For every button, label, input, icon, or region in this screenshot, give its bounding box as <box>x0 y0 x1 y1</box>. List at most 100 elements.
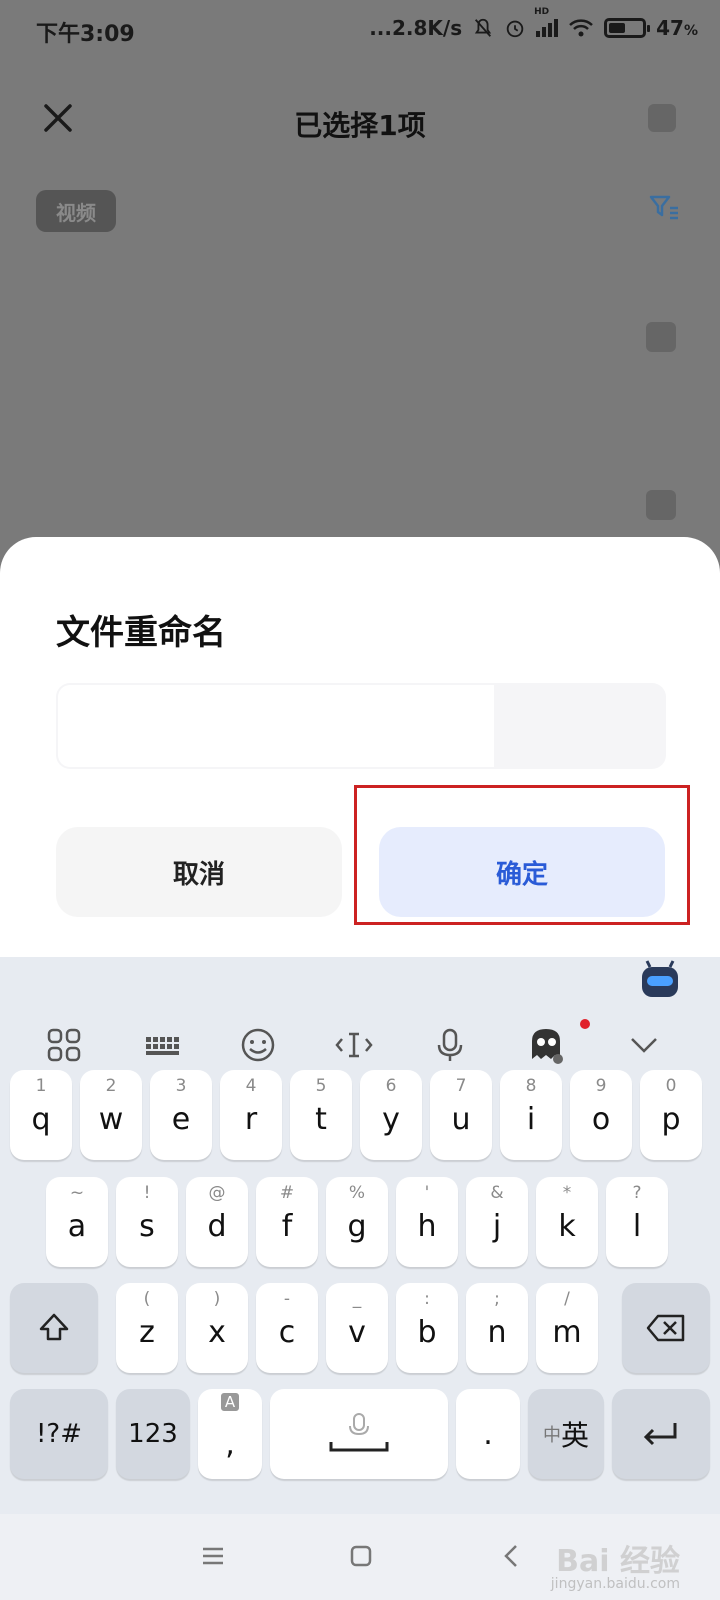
key-hint: & <box>490 1183 504 1203</box>
key-h[interactable]: ' h <box>396 1177 458 1267</box>
period-key[interactable]: . <box>456 1389 520 1479</box>
key-hint: 9 <box>595 1076 607 1096</box>
key-hint: 8 <box>525 1076 537 1096</box>
key-label: t <box>315 1101 327 1137</box>
key-p[interactable]: 0p <box>640 1070 702 1160</box>
dialog-title: 文件重命名 <box>56 613 226 653</box>
key-q[interactable]: 1q <box>10 1070 72 1160</box>
battery-icon <box>604 18 651 38</box>
key-label: i <box>526 1101 536 1137</box>
apps-grid-icon[interactable] <box>44 1025 84 1065</box>
key-y[interactable]: 6y <box>360 1070 422 1160</box>
keyboard-layout-icon[interactable] <box>142 1025 182 1065</box>
key-label: b <box>417 1314 437 1350</box>
key-s[interactable]: ! s <box>116 1177 178 1267</box>
key-hint: 3 <box>175 1076 187 1096</box>
comma-key[interactable]: A , <box>198 1389 262 1479</box>
key-hint: # <box>279 1183 295 1203</box>
key-hint: ; <box>494 1289 500 1309</box>
key-hint: 0 <box>665 1076 677 1096</box>
key-label: w <box>98 1101 124 1137</box>
key-w[interactable]: 2w <box>80 1070 142 1160</box>
battery-percent: 47% <box>656 16 698 40</box>
key-label: q <box>31 1101 51 1137</box>
filter-chip[interactable]: 视频 <box>36 190 116 232</box>
row-checkbox[interactable] <box>646 490 676 520</box>
rename-dialog: 文件重命名 取消 确定 <box>0 537 720 957</box>
key-label: f <box>281 1208 293 1244</box>
baidu-watermark-url: jingyan.baidu.com <box>550 1576 680 1592</box>
backspace-key[interactable] <box>622 1283 710 1373</box>
emoji-icon[interactable] <box>238 1025 278 1065</box>
filter-icon[interactable] <box>648 192 680 224</box>
hd-signal-icon: HD <box>534 7 559 37</box>
key-j[interactable]: & j <box>466 1177 528 1267</box>
ghost-skin-icon[interactable] <box>526 1025 566 1065</box>
symbols-key[interactable]: !?# <box>10 1389 108 1479</box>
key-label: j <box>492 1208 502 1244</box>
microphone-icon[interactable] <box>430 1025 470 1065</box>
key-m[interactable]: / m <box>536 1283 598 1373</box>
annotation-highlight-box <box>354 785 690 925</box>
language-switch-key[interactable]: 中英 <box>528 1389 604 1479</box>
key-label: p <box>661 1101 681 1137</box>
key-z[interactable]: (z <box>116 1283 178 1373</box>
key-hint: ' <box>424 1183 430 1203</box>
key-hint: * <box>562 1183 572 1203</box>
key-g[interactable]: % g <box>326 1177 388 1267</box>
navigation-bar: Bai 经验 jingyan.baidu.com <box>0 1514 720 1600</box>
cancel-button[interactable]: 取消 <box>56 827 342 917</box>
key-hint: ~ <box>69 1183 85 1203</box>
key-label: n <box>487 1314 507 1350</box>
key-label: c <box>278 1314 296 1350</box>
back-icon[interactable] <box>496 1540 528 1572</box>
key-hint: ? <box>632 1183 642 1203</box>
row-checkbox[interactable] <box>646 322 676 352</box>
key-hint: / <box>564 1289 570 1309</box>
menu-icon[interactable] <box>197 1540 229 1572</box>
key-e[interactable]: 3e <box>150 1070 212 1160</box>
key-c[interactable]: -c <box>256 1283 318 1373</box>
key-i[interactable]: 8i <box>500 1070 562 1160</box>
key-hint: ! <box>143 1183 151 1203</box>
key-o[interactable]: 9o <box>570 1070 632 1160</box>
key-hint: - <box>283 1289 291 1309</box>
key-label: r <box>244 1101 258 1137</box>
status-time: 下午3:09 <box>36 22 135 47</box>
key-label: y <box>382 1101 400 1137</box>
key-k[interactable]: * k <box>536 1177 598 1267</box>
key-t[interactable]: 5t <box>290 1070 352 1160</box>
key-v[interactable]: _ v <box>326 1283 388 1373</box>
wifi-icon <box>569 19 593 37</box>
key-hint: 2 <box>105 1076 117 1096</box>
shift-key[interactable] <box>10 1283 98 1373</box>
key-label: a <box>67 1208 87 1244</box>
key-x[interactable]: ) x <box>186 1283 248 1373</box>
numbers-key[interactable]: 123 <box>116 1389 190 1479</box>
space-key[interactable] <box>270 1389 448 1479</box>
key-hint: % <box>348 1183 366 1203</box>
keyboard-toolbar <box>0 957 720 1087</box>
key-b[interactable]: :b <box>396 1283 458 1373</box>
chevron-down-icon[interactable] <box>624 1025 664 1065</box>
key-u[interactable]: 7u <box>430 1070 492 1160</box>
key-label: x <box>208 1314 226 1350</box>
bell-muted-icon <box>474 18 492 37</box>
key-hint: ) <box>213 1289 221 1309</box>
shift-arrow-icon <box>39 1313 69 1341</box>
key-d[interactable]: @ d <box>186 1177 248 1267</box>
backspace-icon <box>646 1314 685 1342</box>
key-label: m <box>552 1314 582 1350</box>
key-label: d <box>207 1208 227 1244</box>
select-all-checkbox[interactable] <box>648 104 676 132</box>
key-r[interactable]: 4r <box>220 1070 282 1160</box>
cursor-edit-icon[interactable] <box>334 1025 374 1065</box>
key-n[interactable]: ; n <box>466 1283 528 1373</box>
key-f[interactable]: # f <box>256 1177 318 1267</box>
key-l[interactable]: ? l <box>606 1177 668 1267</box>
net-speed: ...2.8K/s <box>369 16 463 40</box>
enter-key[interactable] <box>612 1389 710 1479</box>
assistant-bot-icon[interactable] <box>638 959 682 999</box>
key-a[interactable]: ~ a <box>46 1177 108 1267</box>
home-icon[interactable] <box>345 1540 377 1572</box>
